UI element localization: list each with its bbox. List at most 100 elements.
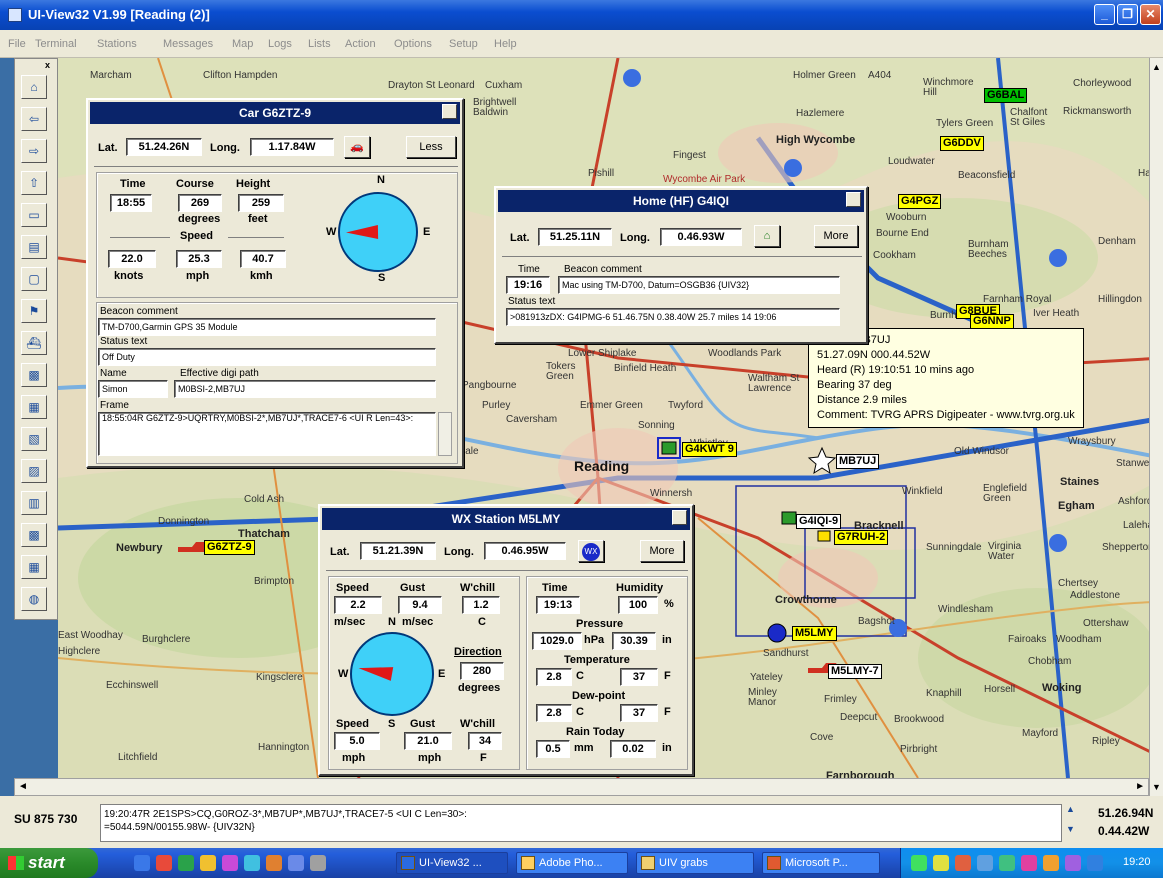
map-tile-5-icon[interactable]: ▥: [21, 491, 47, 515]
quicklaunch-app-icon[interactable]: [156, 855, 172, 871]
ie-icon[interactable]: [134, 855, 150, 871]
map-label: East Woodhay: [58, 630, 123, 641]
tray-icon[interactable]: [977, 855, 993, 871]
menu-terminal[interactable]: Terminal: [35, 38, 77, 50]
quicklaunch-app-icon[interactable]: [178, 855, 194, 871]
globe-icon[interactable]: ◍: [21, 587, 47, 611]
map-label: Reading: [574, 458, 630, 474]
menu-action[interactable]: Action: [345, 38, 376, 50]
monitor-scrollbar[interactable]: ▲ ▼: [1066, 804, 1080, 842]
time-label: Time: [518, 264, 540, 275]
maximize-button[interactable]: ❐: [1117, 4, 1138, 25]
printer-icon[interactable]: ▤: [21, 235, 47, 259]
wx-window-close-button[interactable]: [672, 510, 687, 525]
scroll-right-arrow-icon[interactable]: ►: [1135, 781, 1145, 792]
map-label: Old Windsor: [954, 446, 1010, 457]
more-button[interactable]: More: [814, 225, 858, 247]
map-tile-4-icon[interactable]: ▨: [21, 459, 47, 483]
map-tile-2-icon[interactable]: ▦: [21, 395, 47, 419]
scroll-down-arrow-icon[interactable]: ▼: [1152, 782, 1161, 792]
toolbar-close-button[interactable]: x: [45, 61, 55, 71]
quicklaunch-app-icon[interactable]: [200, 855, 216, 871]
quicklaunch-app-icon[interactable]: [288, 855, 304, 871]
station-label[interactable]: G6BAL: [984, 88, 1028, 103]
window-icon[interactable]: ▭: [21, 203, 47, 227]
menu-file[interactable]: File: [8, 38, 26, 50]
map-icon[interactable]: ⌂: [21, 75, 47, 99]
menu-setup[interactable]: Setup: [449, 38, 478, 50]
quicklaunch-app-icon[interactable]: [310, 855, 326, 871]
taskbar-item-photoshop[interactable]: Adobe Pho...: [516, 852, 628, 874]
menu-logs[interactable]: Logs: [268, 38, 292, 50]
station-label[interactable]: G4IQI-9: [796, 514, 842, 529]
divider: [326, 570, 688, 571]
tray-icon[interactable]: [1065, 855, 1081, 871]
map-label: Binfield Heath: [614, 363, 677, 374]
station-label[interactable]: M5LMY: [792, 626, 837, 641]
taskbar-item-folder[interactable]: UIV grabs: [636, 852, 754, 874]
menu-help[interactable]: Help: [494, 38, 517, 50]
close-button[interactable]: ✕: [1140, 4, 1161, 25]
map-vertical-scrollbar[interactable]: ▲ ▼: [1149, 58, 1163, 796]
taskbar-item-uiview[interactable]: UI-View32 ...: [396, 852, 508, 874]
tray-icon[interactable]: [911, 855, 927, 871]
quicklaunch-app-icon[interactable]: [222, 855, 238, 871]
station-label[interactable]: MB7UJ: [836, 454, 880, 469]
pressure-label: Pressure: [576, 618, 624, 630]
tray-icon[interactable]: [1087, 855, 1103, 871]
window-title-bar: UI-View32 V1.99 [Reading (2)] _ ❐ ✕: [0, 0, 1163, 30]
map-label: Loudwater: [888, 156, 935, 167]
menu-map[interactable]: Map: [232, 38, 253, 50]
taskbar-item-label: UIV grabs: [659, 857, 708, 869]
flag-icon[interactable]: ⚑: [21, 299, 47, 323]
home-window-close-button[interactable]: [846, 192, 861, 207]
frame-scrollbar[interactable]: [438, 412, 452, 456]
station-label[interactable]: G6DDV: [940, 136, 984, 151]
tray-icon[interactable]: [955, 855, 971, 871]
station-label[interactable]: G7RUH-2: [834, 530, 889, 545]
map-horizontal-scrollbar[interactable]: ◄ ►: [14, 778, 1149, 796]
wchill-f-field: 34: [468, 732, 502, 750]
scroll-left-arrow-icon[interactable]: ◄: [18, 781, 28, 792]
station-label[interactable]: G6ZTZ-9: [204, 540, 255, 555]
map-tile-6-icon[interactable]: ▩: [21, 523, 47, 547]
tray-icon[interactable]: [933, 855, 949, 871]
scroll-up-arrow-icon[interactable]: ▲: [1152, 62, 1161, 72]
car-icon-button[interactable]: 🚗: [344, 136, 370, 158]
station-label[interactable]: G4KWT 9: [682, 442, 737, 457]
menu-messages[interactable]: Messages: [163, 38, 213, 50]
map-tile-7-icon[interactable]: ▦: [21, 555, 47, 579]
rain-mm-field: 0.5: [536, 740, 570, 758]
map-tile-3-icon[interactable]: ▧: [21, 427, 47, 451]
car-window-close-button[interactable]: [442, 104, 457, 119]
arrow-right-icon[interactable]: ⇨: [21, 139, 47, 163]
arrow-up-icon[interactable]: ⇧: [21, 171, 47, 195]
tray-icon[interactable]: [999, 855, 1015, 871]
station-label[interactable]: G6NNP: [970, 314, 1014, 329]
tray-icon[interactable]: [1021, 855, 1037, 871]
gust-field: 9.4: [398, 596, 442, 614]
tooltip-line: 51.27.09N 000.44.52W: [817, 349, 931, 361]
ship-icon[interactable]: ⛴: [21, 331, 47, 355]
menu-lists[interactable]: Lists: [308, 38, 331, 50]
menu-stations[interactable]: Stations: [97, 38, 137, 50]
less-button[interactable]: Less: [406, 136, 456, 158]
quicklaunch-app-icon[interactable]: [266, 855, 282, 871]
quicklaunch-app-icon[interactable]: [244, 855, 260, 871]
minimize-button[interactable]: _: [1094, 4, 1115, 25]
frame-icon[interactable]: ▢: [21, 267, 47, 291]
map-tile-1-icon[interactable]: ▩: [21, 363, 47, 387]
tray-icon[interactable]: [1043, 855, 1059, 871]
menu-options[interactable]: Options: [394, 38, 432, 50]
map-label: Ottershaw: [1083, 618, 1129, 629]
start-button[interactable]: start: [0, 848, 98, 878]
home-icon-button[interactable]: ⌂: [754, 225, 780, 247]
map-label: Knaphill: [926, 688, 962, 699]
more-button[interactable]: More: [640, 540, 684, 562]
station-label[interactable]: M5LMY-7: [828, 664, 882, 679]
taskbar-item-powerpoint[interactable]: Microsoft P...: [762, 852, 880, 874]
wx-icon-button[interactable]: WX: [578, 540, 604, 562]
station-label[interactable]: G4PGZ: [898, 194, 942, 209]
arrow-left-icon[interactable]: ⇦: [21, 107, 47, 131]
home-station-window: Home (HF) G4IQI Lat. 51.25.11N Long. 0.4…: [494, 186, 868, 344]
